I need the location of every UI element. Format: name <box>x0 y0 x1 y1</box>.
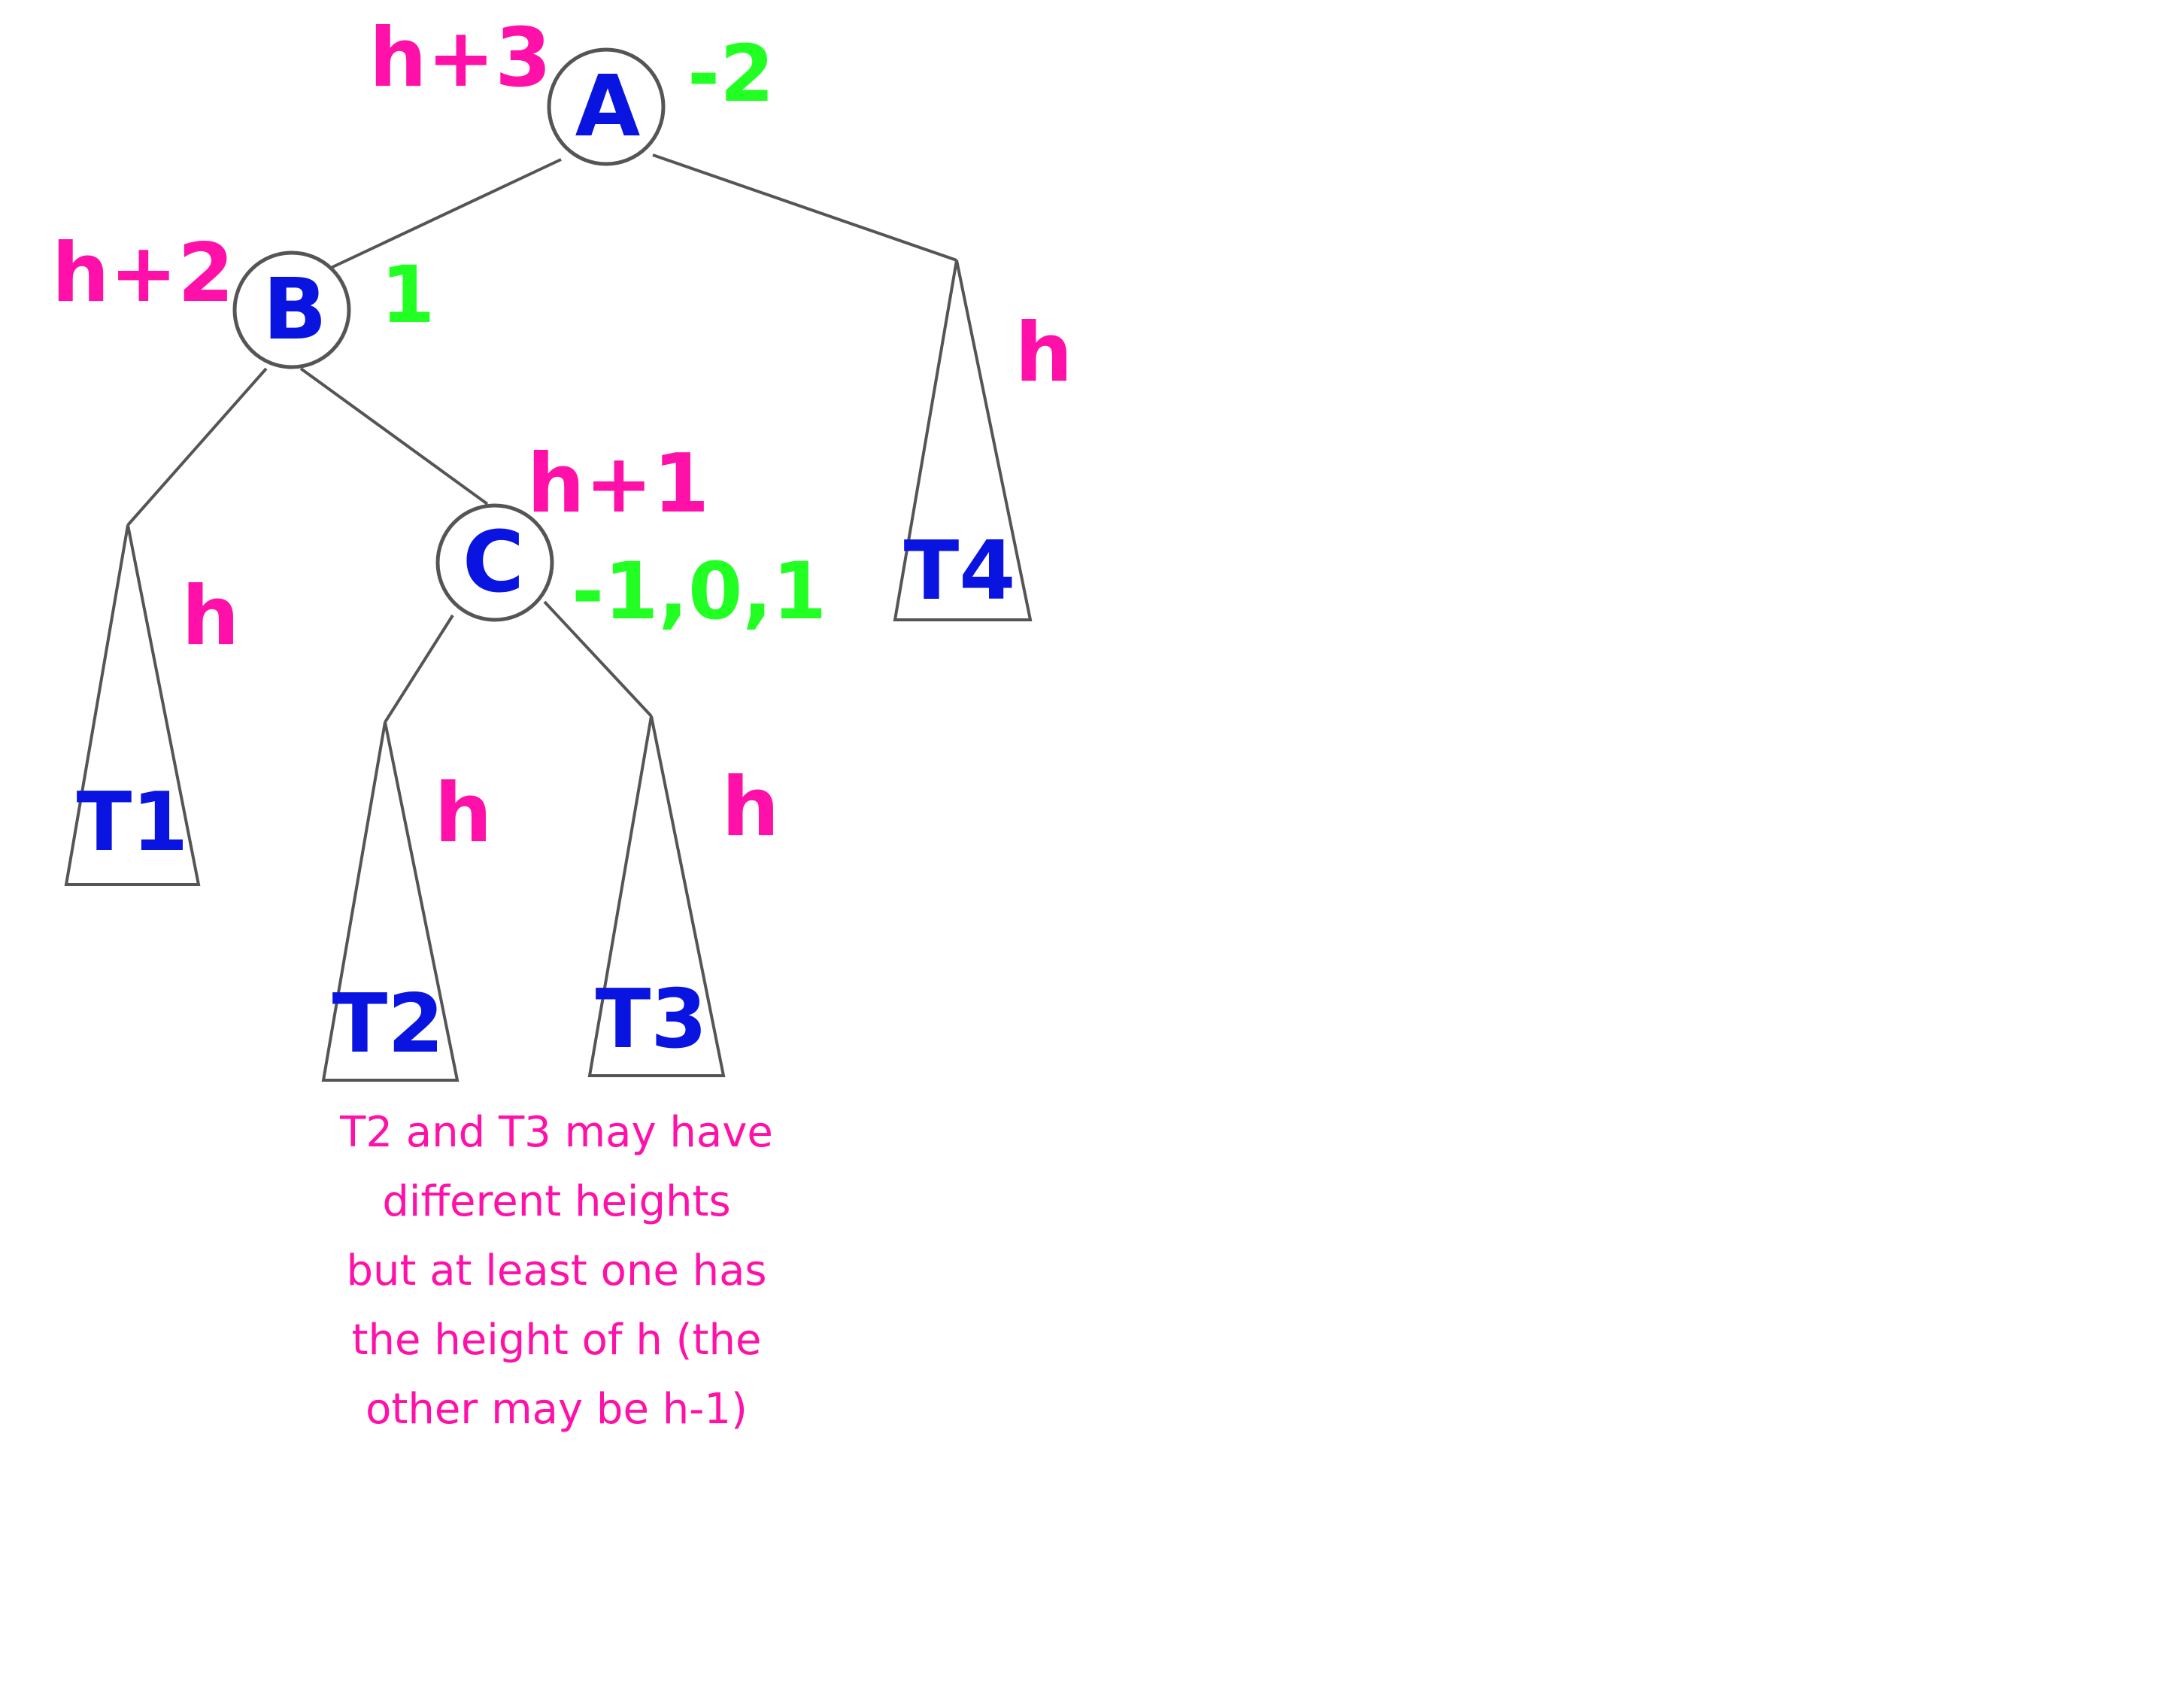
edge-b-t1 <box>126 367 268 527</box>
subtree-t1-height: h <box>182 569 240 663</box>
node-b-balance: 1 <box>381 249 435 341</box>
node-b-label: B <box>262 261 326 359</box>
node-a-height: h+3 <box>369 11 552 105</box>
subtree-t2-height: h <box>435 767 493 861</box>
node-a-label: A <box>575 58 641 156</box>
edge-b-c <box>299 367 489 505</box>
subtree-t4-label: T4 <box>904 524 1016 618</box>
edge-a-b <box>330 158 562 269</box>
edge-a-t4 <box>652 153 957 262</box>
node-c-height: h+1 <box>527 437 710 531</box>
subtree-t3-height: h <box>722 761 780 855</box>
subtree-t1-label: T1 <box>77 776 189 870</box>
node-a-balance: -2 <box>687 28 775 120</box>
node-c-balance: -1,0,1 <box>572 545 827 637</box>
node-b-height: h+2 <box>52 226 235 320</box>
subtree-t4-height: h <box>1015 306 1073 400</box>
note-text: T2 and T3 may have different heights but… <box>340 1108 773 1434</box>
node-c-label: C <box>463 514 524 612</box>
subtree-t2-label: T2 <box>332 977 444 1071</box>
edge-c-t2 <box>384 614 454 724</box>
subtree-t3-label: T3 <box>596 973 708 1067</box>
